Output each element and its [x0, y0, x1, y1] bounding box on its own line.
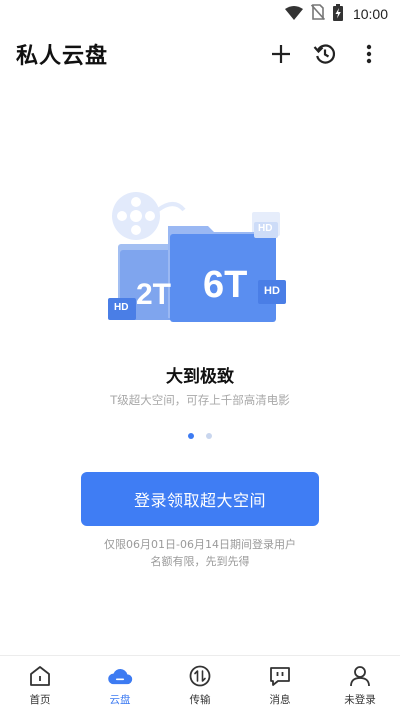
page-title: 私人云盘	[16, 44, 109, 69]
history-icon	[313, 44, 335, 64]
storage-illustration: 6T 2T HD HD HD	[100, 188, 300, 338]
hd-label-top: HD	[258, 223, 273, 234]
nav-item-account[interactable]: 未登录	[320, 656, 400, 710]
nav-item-messages[interactable]: 消息	[240, 656, 320, 710]
notice-line-2: 名额有限，先到先得	[150, 555, 250, 568]
nav-label-home: 首页	[29, 694, 51, 706]
cloud-icon	[107, 663, 133, 689]
app-header: 私人云盘	[0, 34, 400, 74]
carousel-dot-active[interactable]	[188, 433, 194, 439]
feature-subtitle: T级超大空间，可存上千部高清电影	[110, 393, 290, 407]
nav-item-home[interactable]: 首页	[0, 656, 80, 710]
wifi-icon	[284, 5, 303, 24]
login-claim-button[interactable]: 登录领取超大空间	[81, 472, 319, 526]
status-icons: 10:00	[284, 3, 388, 25]
more-button[interactable]	[355, 40, 383, 68]
nav-label-messages: 消息	[269, 694, 291, 706]
nav-label-cloud: 云盘	[109, 694, 131, 706]
hd-label-left: HD	[114, 302, 129, 313]
message-icon	[267, 663, 293, 689]
user-icon	[347, 663, 373, 689]
nav-label-transfer: 传输	[189, 694, 211, 706]
status-time: 10:00	[352, 6, 388, 22]
badge-small-label: 2T	[136, 278, 172, 311]
nav-label-account: 未登录	[344, 694, 376, 706]
add-icon	[272, 45, 290, 63]
nav-item-transfer[interactable]: 传输	[160, 656, 240, 710]
bottom-nav: 首页 云盘 传输 消息 未登录	[0, 655, 400, 710]
nav-item-cloud[interactable]: 云盘	[80, 656, 160, 710]
feature-title: 大到极致	[166, 367, 234, 387]
status-bar: 10:00	[0, 0, 400, 30]
promo-notice: 仅限06月01日-06月14日期间登录用户 名额有限，先到先得	[0, 536, 400, 570]
carousel-dot[interactable]	[206, 433, 212, 439]
no-sim-icon	[310, 4, 326, 24]
badge-large-label: 6T	[203, 264, 248, 306]
hd-label-right: HD	[264, 285, 280, 297]
folders-illustration-icon	[108, 192, 286, 322]
carousel-indicator	[0, 433, 400, 439]
notice-line-1: 仅限06月01日-06月14日期间登录用户	[104, 538, 296, 551]
transfer-icon	[187, 663, 213, 689]
more-vertical-icon	[366, 44, 372, 64]
add-button[interactable]	[267, 40, 295, 68]
history-button[interactable]	[311, 40, 339, 68]
home-icon	[27, 663, 53, 689]
battery-charging-icon	[332, 3, 343, 25]
